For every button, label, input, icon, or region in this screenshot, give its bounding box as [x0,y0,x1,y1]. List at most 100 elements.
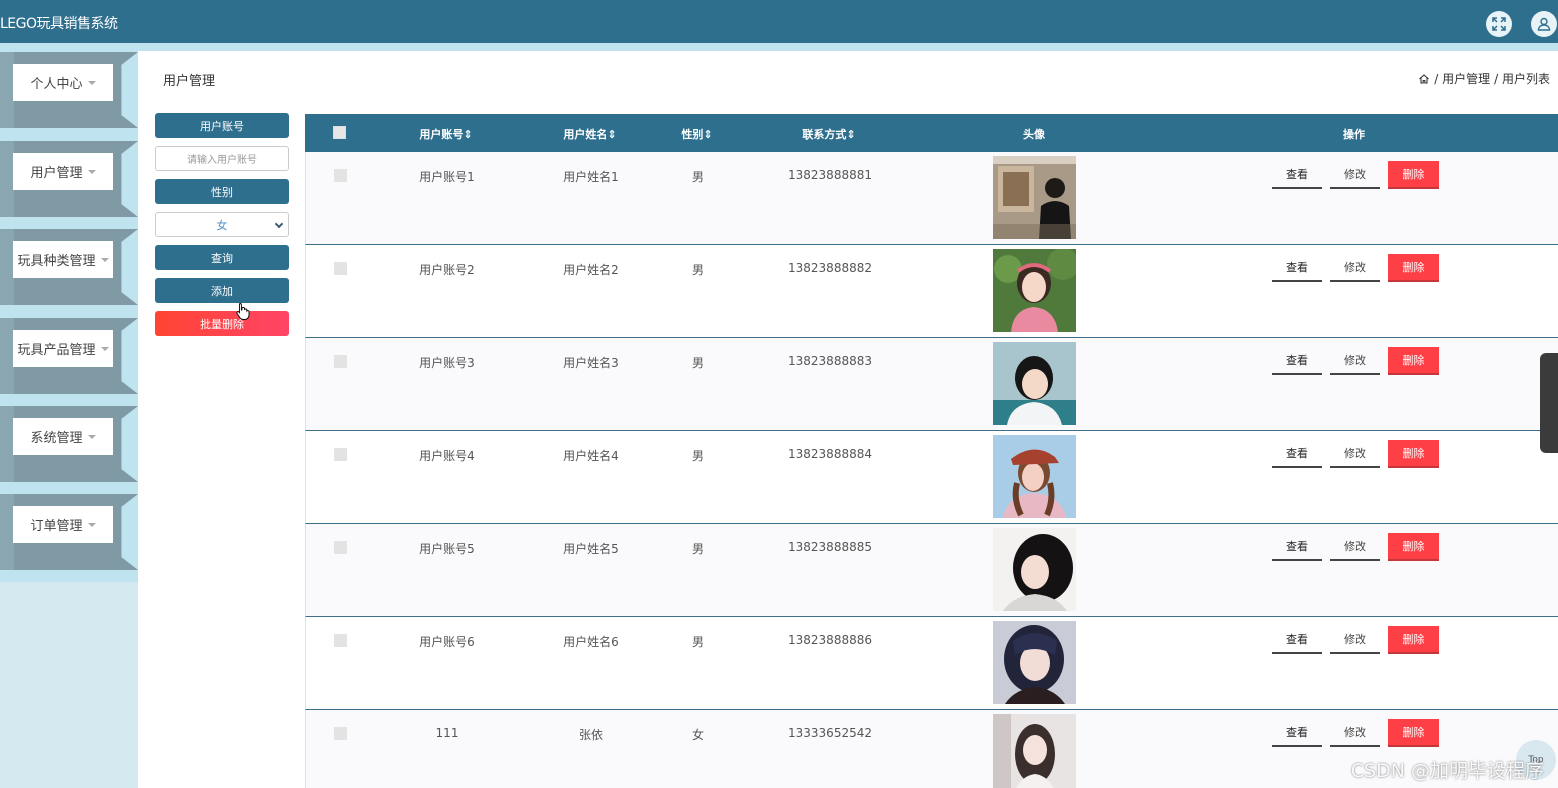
edit-button[interactable]: 修改 [1330,254,1380,282]
avatar [993,528,1076,611]
user-button[interactable] [1531,11,1557,37]
user-table: 用户账号⇕ 用户姓名⇕ 性别⇕ 联系方式⇕ 头像 操作 用户账号1 用户姓名1 … [305,114,1558,788]
row-checkbox[interactable] [334,169,347,182]
cell-account: 用户账号4 [419,449,475,463]
edit-button[interactable]: 修改 [1330,347,1380,375]
delete-button[interactable]: 删除 [1388,626,1439,654]
header-account[interactable]: 用户账号⇕ [419,126,472,142]
row-checkbox[interactable] [334,355,347,368]
delete-button[interactable]: 删除 [1388,440,1439,468]
page-title: 用户管理 [163,74,216,89]
cell-phone: 13823888886 [788,633,872,647]
edit-button[interactable]: 修改 [1330,626,1380,654]
avatar [993,435,1076,518]
sidebar-item-label: 系统管理 [30,431,83,446]
edit-button[interactable]: 修改 [1330,440,1380,468]
cell-account: 用户账号6 [419,635,475,649]
gender-select[interactable]: 女 [155,212,289,237]
cell-phone: 13333652542 [788,726,872,740]
sidebar-item-personal-center[interactable]: 个人中心 [0,51,138,128]
cell-phone: 13823888884 [788,447,872,461]
cell-name: 用户姓名3 [563,356,619,370]
cell-phone: 13823888883 [788,354,872,368]
view-button[interactable]: 查看 [1272,254,1322,282]
sidebar-item-order-management[interactable]: 订单管理 [0,493,138,570]
watermark: CSDN @加明毕设程序 [1350,760,1544,782]
table-row: 用户账号5 用户姓名5 男 13823888885 查看 修改 删除 [305,524,1558,617]
sidebar-item-label: 玩具产品管理 [17,343,96,358]
home-icon[interactable] [1418,73,1430,85]
sidebar: 个人中心 用户管理 玩具种类管理 玩具产品管理 系统管理 订单管理 [0,51,138,788]
row-checkbox[interactable] [334,262,347,275]
row-checkbox[interactable] [334,541,347,554]
caret-down-icon [87,169,96,174]
header-name[interactable]: 用户姓名⇕ [563,126,616,142]
view-button[interactable]: 查看 [1272,626,1322,654]
sidebar-item-toy-category-management[interactable]: 玩具种类管理 [0,228,138,305]
add-button[interactable]: 添加 [155,278,289,303]
side-scroll-handle[interactable] [1540,353,1558,453]
view-button[interactable]: 查看 [1272,719,1322,747]
sidebar-item-label: 玩具种类管理 [17,254,96,269]
app-title: LEGO玩具销售系统 [0,16,118,32]
cell-name: 用户姓名4 [563,449,619,463]
fullscreen-icon [1492,17,1506,31]
row-checkbox[interactable] [334,727,347,740]
top-bar: LEGO玩具销售系统 [0,0,1558,43]
header-gender[interactable]: 性别⇕ [681,126,712,142]
hand-cursor-icon [236,303,250,320]
edit-button[interactable]: 修改 [1330,719,1380,747]
view-button[interactable]: 查看 [1272,347,1322,375]
cell-gender: 男 [691,356,705,370]
chevron-down-icon [274,219,284,229]
avatar [993,621,1076,704]
cell-name: 张依 [578,728,604,742]
table-row: 用户账号4 用户姓名4 男 13823888884 查看 修改 删除 [305,431,1558,524]
row-checkbox[interactable] [334,634,347,647]
delete-button[interactable]: 删除 [1388,533,1439,561]
table-header: 用户账号⇕ 用户姓名⇕ 性别⇕ 联系方式⇕ 头像 操作 [305,114,1558,152]
table-row: 用户账号2 用户姓名2 男 13823888882 查看 修改 删除 [305,245,1558,338]
user-icon [1537,17,1551,31]
sidebar-item-system-management[interactable]: 系统管理 [0,405,138,482]
cell-account: 用户账号1 [419,170,475,184]
cell-gender: 女 [691,728,705,742]
delete-button[interactable]: 删除 [1388,161,1439,189]
row-checkbox[interactable] [334,448,347,461]
cell-name: 用户姓名5 [563,542,619,556]
breadcrumb-user-management[interactable]: / 用户管理 [1434,70,1490,87]
delete-button[interactable]: 删除 [1388,719,1439,747]
cell-gender: 男 [691,449,705,463]
sidebar-item-label: 用户管理 [30,166,83,181]
select-all-checkbox[interactable] [333,126,346,139]
delete-button[interactable]: 删除 [1388,347,1439,375]
cell-account: 用户账号2 [419,263,475,277]
cell-gender: 男 [691,263,705,277]
avatar [993,342,1076,425]
edit-button[interactable]: 修改 [1330,161,1380,189]
search-button[interactable]: 查询 [155,245,289,270]
breadcrumb-user-list: / 用户列表 [1494,72,1550,86]
sidebar-item-user-management[interactable]: 用户管理 [0,140,138,217]
view-button[interactable]: 查看 [1272,440,1322,468]
avatar [993,249,1076,332]
account-filter-label: 用户账号 [155,113,289,138]
cell-phone: 13823888885 [788,540,872,554]
sidebar-item-label: 个人中心 [30,77,83,92]
sidebar-item-label: 订单管理 [30,519,83,534]
fullscreen-button[interactable] [1486,11,1512,37]
gender-select-value: 女 [216,218,228,232]
view-button[interactable]: 查看 [1272,533,1322,561]
sort-icon: ⇕ [846,128,856,141]
filter-panel: 用户账号 请输入用户账号 性别 女 查询 添加 批量删除 [155,113,289,344]
batch-delete-button[interactable]: 批量删除 [155,311,289,336]
view-button[interactable]: 查看 [1272,161,1322,189]
delete-button[interactable]: 删除 [1388,254,1439,282]
header-phone[interactable]: 联系方式⇕ [802,126,855,142]
cell-gender: 男 [691,542,705,556]
sidebar-item-toy-product-management[interactable]: 玩具产品管理 [0,317,138,394]
account-input[interactable]: 请输入用户账号 [155,146,289,171]
cell-account: 用户账号3 [419,356,475,370]
edit-button[interactable]: 修改 [1330,533,1380,561]
top-strip [0,43,1558,51]
